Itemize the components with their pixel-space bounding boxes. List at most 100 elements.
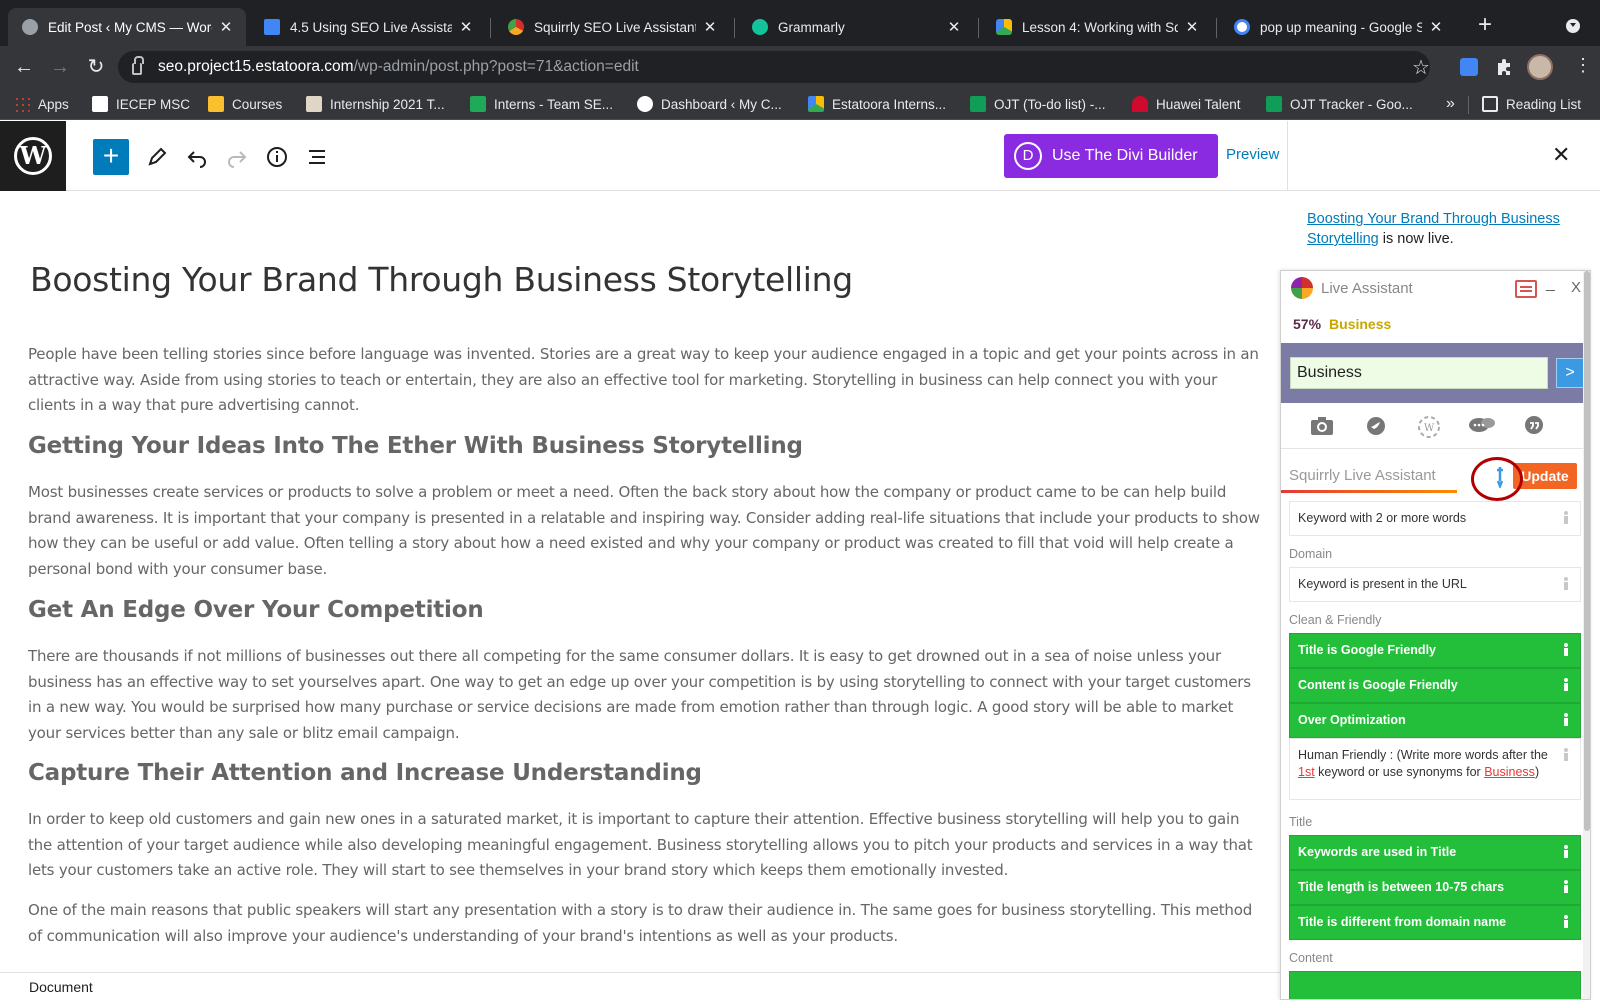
close-tab-icon[interactable]: ✕	[218, 18, 234, 36]
check-item-passed[interactable]: Title is Google Friendly	[1289, 633, 1581, 668]
check-label: keyword or use synonyms for	[1314, 764, 1485, 779]
close-tab-icon[interactable]: ✕	[1428, 18, 1444, 36]
new-tab-button[interactable]: +	[1478, 13, 1492, 37]
keyword-input[interactable]	[1290, 357, 1548, 389]
bookmark-apps[interactable]: Apps	[14, 95, 69, 113]
info-icon[interactable]	[1562, 880, 1570, 894]
browser-tab-google-search[interactable]: pop up meaning - Google Search ✕	[1220, 8, 1456, 46]
bookmark-interns-team[interactable]: Interns - Team SE...	[470, 95, 613, 113]
browser-tab-seo-doc[interactable]: 4.5 Using SEO Live Assistant ✕	[250, 8, 486, 46]
back-arrow-icon[interactable]: ←	[12, 55, 36, 79]
bookmarks-overflow-button[interactable]: »	[1446, 95, 1455, 113]
paragraph-block[interactable]: There are thousands if not millions of b…	[28, 644, 1260, 746]
post-title[interactable]: Boosting Your Brand Through Business Sto…	[30, 260, 853, 299]
close-tab-icon[interactable]: ✕	[1184, 18, 1200, 36]
check-item-passed[interactable]: Content is Google Friendly	[1289, 668, 1581, 703]
undo-icon[interactable]	[179, 139, 215, 175]
bookmark-label: Estatoora Interns...	[832, 96, 947, 112]
bookmark-iecep[interactable]: IECEP MSC	[92, 95, 190, 113]
quote-icon[interactable]	[1521, 415, 1547, 437]
reading-list-label: Reading List	[1506, 96, 1582, 112]
preview-button[interactable]: Preview	[1226, 146, 1279, 163]
bookmark-ojt-tracker[interactable]: OJT Tracker - Goo...	[1266, 95, 1413, 113]
bookmark-huawei[interactable]: Huawei Talent	[1132, 95, 1241, 113]
list-view-icon[interactable]	[299, 139, 335, 175]
chrome-menu-icon[interactable]: ⋮	[1574, 55, 1592, 76]
forward-arrow-icon[interactable]: →	[48, 55, 72, 79]
check-label: Title length is between 10-75 chars	[1298, 880, 1505, 894]
bookmark-ojt-todo[interactable]: OJT (To-do list) -...	[970, 95, 1106, 113]
synonyms-keyword-link[interactable]: Business	[1484, 765, 1535, 779]
bookmark-courses[interactable]: Courses	[208, 95, 282, 113]
keyword-submit-button[interactable]: >	[1556, 358, 1584, 388]
add-block-button[interactable]: +	[93, 139, 129, 175]
info-icon[interactable]	[1562, 511, 1570, 525]
bird-icon[interactable]	[1363, 415, 1389, 437]
info-icon[interactable]	[1562, 643, 1570, 657]
info-icon[interactable]	[1562, 845, 1570, 859]
section-label-title: Title	[1289, 815, 1313, 829]
first-keyword-link[interactable]: 1st	[1298, 765, 1315, 779]
check-item-passed[interactable]: Over Optimization	[1289, 703, 1581, 738]
chat-bubbles-icon[interactable]	[1467, 415, 1495, 437]
info-icon[interactable]	[1562, 678, 1570, 692]
paragraph-block[interactable]: Most businesses create services or produ…	[28, 480, 1260, 582]
bookmark-estatoora[interactable]: Estatoora Interns...	[808, 95, 946, 113]
close-sidebar-icon[interactable]: ✕	[1552, 142, 1570, 168]
scrollbar-thumb[interactable]	[1584, 271, 1590, 831]
heading-block[interactable]: Get An Edge Over Your Competition	[28, 597, 484, 623]
tab-search-icon[interactable]	[1566, 19, 1580, 33]
check-item-passed[interactable]	[1289, 971, 1581, 999]
assistant-menu-icon[interactable]	[1515, 280, 1537, 298]
tools-pencil-icon[interactable]	[139, 139, 175, 175]
redo-icon[interactable]	[219, 139, 255, 175]
bookmarks-divider	[1468, 96, 1469, 114]
reload-icon[interactable]: ↻	[84, 55, 108, 79]
extension-docs-icon[interactable]	[1460, 58, 1478, 76]
check-item[interactable]: Keyword is present in the URL	[1289, 567, 1581, 602]
wordpress-logo-button[interactable]: W	[0, 121, 66, 191]
check-item-passed[interactable]: Title length is between 10-75 chars	[1289, 870, 1581, 905]
squirrly-icon	[508, 19, 524, 35]
assistant-tab-label[interactable]: Squirrly Live Assistant	[1289, 467, 1436, 484]
check-label: Keyword with 2 or more words	[1298, 511, 1467, 525]
heading-block[interactable]: Getting Your Ideas Into The Ether With B…	[28, 433, 803, 459]
assistant-minimize-button[interactable]: _	[1546, 275, 1555, 293]
info-icon[interactable]	[1562, 915, 1570, 929]
assistant-close-button[interactable]: X	[1571, 279, 1581, 296]
extensions-puzzle-icon[interactable]	[1494, 57, 1512, 75]
info-icon[interactable]	[1562, 748, 1570, 762]
wiki-puzzle-icon[interactable]: W	[1415, 415, 1441, 438]
paragraph-block[interactable]: People have been telling stories since b…	[28, 342, 1260, 419]
check-item[interactable]: Keyword with 2 or more words	[1289, 501, 1581, 536]
use-divi-builder-button[interactable]: D Use The Divi Builder	[1004, 134, 1218, 178]
address-bar[interactable]: seo.project15.estatoora.com/wp-admin/pos…	[118, 51, 1430, 83]
close-tab-icon[interactable]: ✕	[702, 18, 718, 36]
svg-text:W: W	[1424, 423, 1435, 434]
tab-title: Lesson 4: Working with Squirrly	[1022, 19, 1178, 35]
reading-list-button[interactable]: Reading List	[1482, 95, 1581, 113]
breadcrumb-document[interactable]: Document	[29, 979, 93, 995]
heading-block[interactable]: Capture Their Attention and Increase Und…	[28, 760, 702, 786]
bookmark-internship[interactable]: Internship 2021 T...	[306, 95, 445, 113]
paragraph-block[interactable]: One of the main reasons that public spea…	[28, 898, 1260, 949]
check-item-passed[interactable]: Keywords are used in Title	[1289, 835, 1581, 870]
profile-avatar[interactable]	[1527, 54, 1553, 80]
bookmark-star-icon[interactable]: ☆	[1412, 55, 1430, 80]
info-icon[interactable]	[1562, 713, 1570, 727]
browser-tab-edit-post[interactable]: Edit Post ‹ My CMS — WordPress ✕	[8, 8, 246, 46]
assistant-scrollbar[interactable]	[1583, 271, 1590, 999]
browser-tab-lesson4[interactable]: Lesson 4: Working with Squirrly ✕	[982, 8, 1212, 46]
post-editor-canvas[interactable]: Boosting Your Brand Through Business Sto…	[0, 192, 1287, 972]
check-item[interactable]: Human Friendly : (Write more words after…	[1289, 738, 1581, 800]
info-icon[interactable]	[1562, 577, 1570, 591]
close-tab-icon[interactable]: ✕	[946, 18, 962, 36]
close-tab-icon[interactable]: ✕	[458, 18, 474, 36]
bookmark-dashboard[interactable]: Dashboard ‹ My C...	[637, 95, 782, 113]
browser-tab-squirrly[interactable]: Squirrly SEO Live Assistant ✕	[494, 8, 730, 46]
check-item-passed[interactable]: Title is different from domain name	[1289, 905, 1581, 940]
camera-icon[interactable]	[1309, 415, 1335, 437]
paragraph-block[interactable]: In order to keep old customers and gain …	[28, 807, 1260, 884]
details-info-icon[interactable]	[259, 139, 295, 175]
browser-tab-grammarly[interactable]: Grammarly ✕	[738, 8, 974, 46]
